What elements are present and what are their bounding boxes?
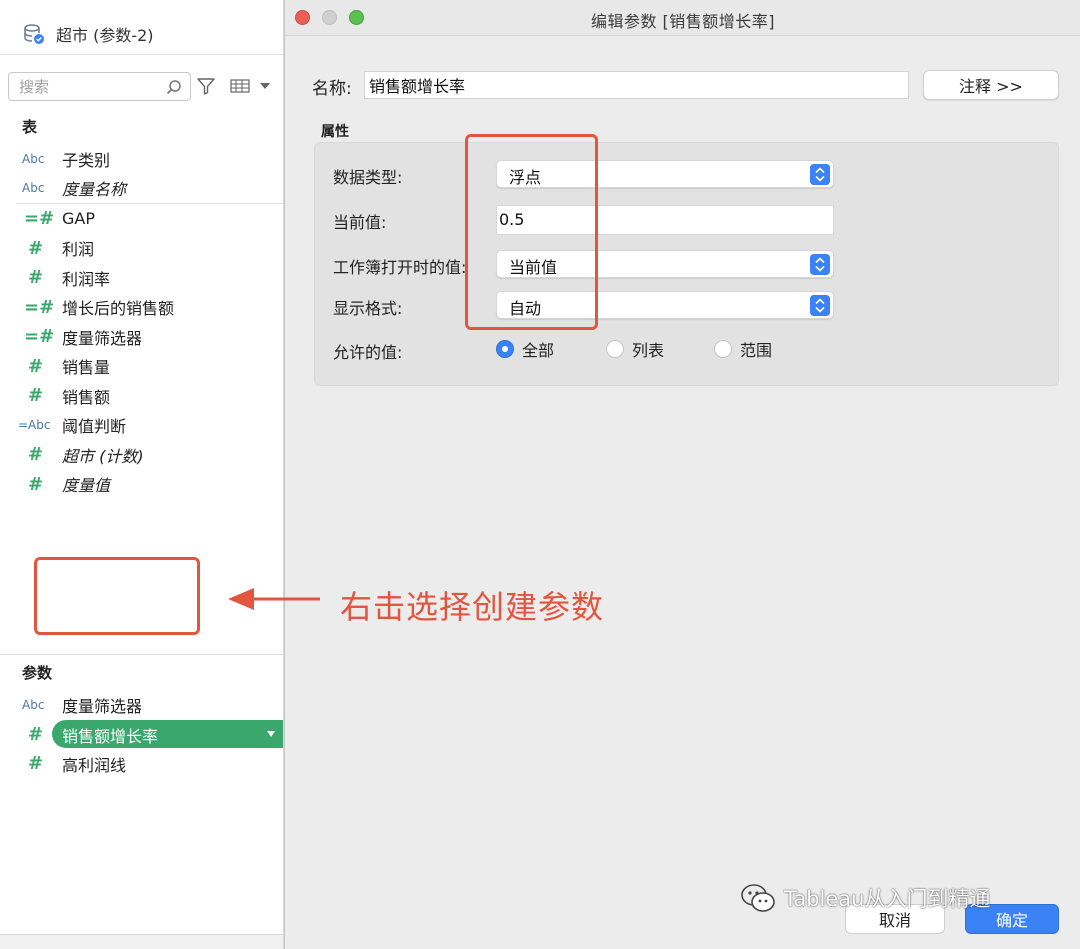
radio-list[interactable]: 列表 [606,337,664,361]
filter-icon[interactable] [196,76,216,96]
datasource-icon [24,24,44,44]
dimension-type-icon: Abc [22,181,45,196]
parameter-label: 度量筛选器 [62,696,143,716]
field-label: 利润率 [62,269,111,289]
field-item[interactable]: =Abc 阈值判断 [0,411,283,441]
calculated-measure-icon: =# [24,326,55,348]
measure-type-icon: # [28,267,44,289]
field-label: GAP [62,209,95,229]
parameters-heading: 参数 [22,664,53,682]
title-bar[interactable]: 编辑参数 [销售额增长率] [285,0,1080,36]
name-label: 名称: [312,79,352,99]
radio-label: 列表 [632,341,665,360]
measure-type-icon: # [28,473,44,495]
calculated-dimension-icon: =Abc [18,418,51,433]
divider [16,203,283,204]
stepper-chevron-icon[interactable] [810,254,830,275]
table-field-list: Abc 子类别 Abc 度量名称 =# GAP # 利润 # 利润率 =# 增长… [0,144,283,500]
parameter-label: 高利润线 [62,755,127,775]
window-title: 编辑参数 [销售额增长率] [590,12,776,31]
field-label: 增长后的销售额 [62,299,175,319]
display-format-label: 显示格式: [333,299,403,318]
measure-type-icon: # [28,355,44,377]
field-item[interactable]: Abc 子类别 [0,144,283,174]
current-value-label: 当前值: [333,213,387,232]
field-item[interactable]: =# GAP [0,204,283,234]
divider [0,654,283,655]
properties-highlight-box [465,134,598,330]
measure-type-icon: # [28,237,44,259]
datasource-name: 超市 (参数-2) [56,26,154,45]
field-item[interactable]: # 利润 [0,234,283,264]
measure-type-icon: # [28,385,44,407]
radio-all[interactable]: 全部 [496,337,554,361]
wechat-icon [741,884,775,912]
field-item[interactable]: =# 度量筛选器 [0,322,283,352]
comment-button[interactable]: 注释 >> [923,70,1059,100]
field-label: 利润 [62,240,95,260]
datasource-header[interactable]: 超市 (参数-2) [22,20,154,48]
data-pane: 超市 (参数-2) 表 Abc 子类别 Abc 度量名称 =# GAP [0,0,284,949]
field-item[interactable]: # 利润率 [0,263,283,293]
radio-range[interactable]: 范围 [714,337,772,361]
field-label: 度量筛选器 [62,328,143,348]
measure-type-icon: # [28,753,44,775]
bottom-tab-bar [0,934,283,949]
list-view-icon[interactable] [230,77,250,95]
parameter-item[interactable]: Abc 度量筛选器 [0,690,283,720]
annotation-text: 右击选择创建参数 [340,588,605,626]
dimension-type-icon: Abc [22,151,45,166]
calculated-measure-icon: =# [24,208,55,230]
field-label: 度量名称 [62,180,127,200]
radio-label: 范围 [740,341,773,360]
field-label: 销售量 [62,358,111,378]
divider [0,54,283,55]
field-label: 超市 (计数) [62,446,144,466]
radio-button[interactable] [714,340,732,358]
stepper-chevron-icon[interactable] [810,164,830,185]
field-item[interactable]: # 销售额 [0,381,283,411]
watermark-text: Tableau从入门到精通 [784,887,991,911]
selected-parameter-pill[interactable]: 销售额增长率 [52,720,283,748]
annotation-arrow-icon [228,588,320,610]
stepper-chevron-icon[interactable] [810,295,830,316]
field-label: 子类别 [62,150,111,170]
allowed-values-label: 允许的值: [333,343,403,362]
chevron-down-icon[interactable] [266,730,276,738]
field-item[interactable]: Abc 度量名称 [0,174,283,204]
field-label: 销售额 [62,387,111,407]
calculated-measure-icon: =# [24,296,55,318]
search-input[interactable] [19,77,159,97]
measure-type-icon: # [28,444,44,466]
search-box[interactable] [8,72,191,101]
watermark: Tableau从入门到精通 [740,883,990,913]
field-label: 阈值判断 [62,417,127,437]
edit-parameter-dialog: 编辑参数 [销售额增长率] 名称: 注释 >> 属性 数据类型: 浮点 当前值:… [284,0,1080,949]
search-icon[interactable] [166,79,182,95]
field-item[interactable]: =# 增长后的销售额 [0,293,283,323]
radio-button[interactable] [606,340,624,358]
data-type-label: 数据类型: [333,168,403,187]
chevron-down-icon[interactable] [259,80,271,92]
dimension-type-icon: Abc [22,697,45,712]
workbook-open-value-label: 工作簿打开时的值: [333,258,467,277]
parameter-item[interactable]: # 高利润线 [0,749,283,779]
parameter-label: 销售额增长率 [62,727,159,746]
parameter-name-input[interactable] [364,71,909,99]
radio-label: 全部 [522,341,555,360]
radio-button[interactable] [496,340,514,358]
properties-heading: 属性 [321,124,349,140]
field-item[interactable]: # 超市 (计数) [0,440,283,470]
field-item[interactable]: # 度量值 [0,470,283,500]
field-item[interactable]: # 销售量 [0,352,283,382]
tables-heading: 表 [22,118,38,136]
field-label: 度量值 [62,476,111,496]
right-click-area-highlight[interactable] [34,557,200,635]
